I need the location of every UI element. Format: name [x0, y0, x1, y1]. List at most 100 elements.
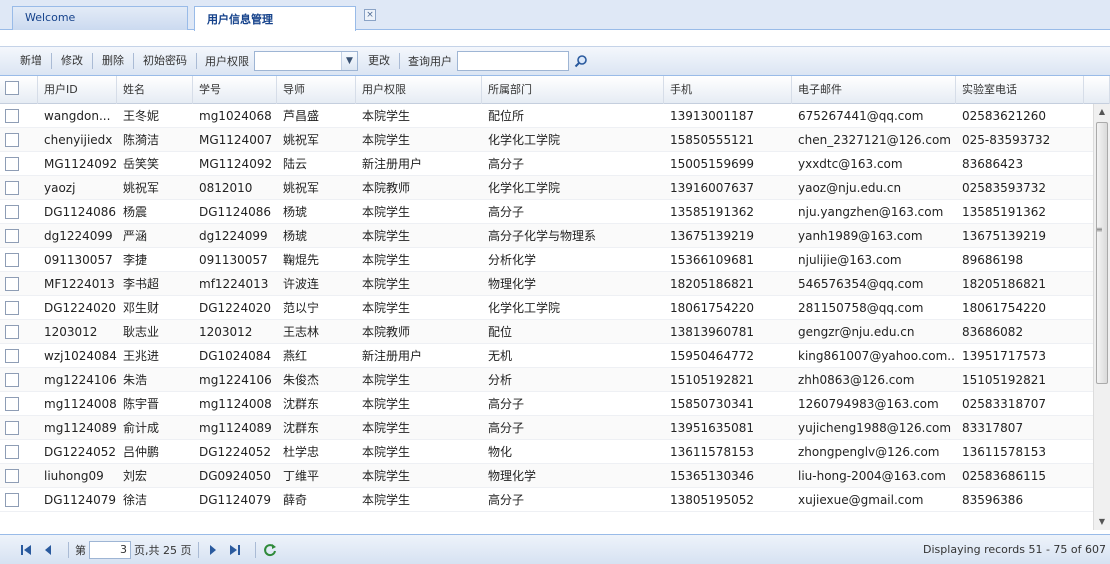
row-select-cell — [0, 464, 38, 488]
table-row[interactable]: MF1224013 李书超 mf1224013 许波连 本院学生 物理化学 18205186… — [0, 272, 1110, 296]
column-header-department[interactable]: 所属部门 — [482, 76, 664, 104]
toolbar-separator — [399, 53, 400, 69]
cell-user-id: dg1224099 — [44, 229, 113, 243]
cell-name: 王兆进 — [123, 349, 160, 363]
table-row[interactable]: mg1124089 俞计成 mg1124089 沈群东 本院学生 高分子 139516350… — [0, 416, 1110, 440]
cell-permission: 本院学生 — [362, 301, 411, 315]
cell-permission: 本院学生 — [362, 397, 411, 411]
last-page-icon[interactable] — [227, 542, 243, 558]
add-button[interactable]: 新增 — [14, 51, 48, 71]
cell-email: 546576354@qq.com — [798, 277, 924, 291]
tab-welcome[interactable]: Welcome — [12, 6, 188, 30]
cell-permission: 本院教师 — [362, 181, 411, 195]
cell-permission: 新注册用户 — [362, 349, 423, 363]
cell-mobile: 15366109681 — [670, 253, 754, 267]
row-checkbox[interactable] — [5, 133, 19, 147]
row-checkbox[interactable] — [5, 373, 19, 387]
table-row[interactable]: DG1224020 邓生财 DG1224020 范以宁 本院学生 化学化工学院 180617… — [0, 296, 1110, 320]
row-select-cell — [0, 440, 38, 464]
query-user-input[interactable] — [457, 51, 569, 71]
cell-supervisor: 朱俊杰 — [283, 373, 320, 387]
table-row[interactable]: DG1124079 徐洁 DG1124079 薛奇 本院学生 高分子 13805195052… — [0, 488, 1110, 512]
cell-mobile: 13951635081 — [670, 421, 754, 435]
cell-email: zhh0863@126.com — [798, 373, 915, 387]
column-header-name[interactable]: 姓名 — [117, 76, 193, 104]
page-number-input[interactable]: 3 — [89, 540, 131, 559]
row-checkbox[interactable] — [5, 469, 19, 483]
select-all-checkbox[interactable] — [5, 81, 19, 95]
user-permission-select[interactable]: ▼ — [254, 51, 358, 71]
column-header-student-id[interactable]: 学号 — [193, 76, 277, 104]
init-password-button[interactable]: 初始密码 — [137, 51, 193, 71]
scroll-thumb[interactable] — [1096, 122, 1108, 384]
row-checkbox[interactable] — [5, 301, 19, 315]
close-icon[interactable]: × — [364, 9, 376, 21]
table-row[interactable]: MG1124092 岳笑笑 MG1124092 陆云 新注册用户 高分子 150051596… — [0, 152, 1110, 176]
cell-email: yujicheng1988@126.com — [798, 421, 952, 435]
cell-lab-phone: 13585191362 — [962, 205, 1046, 219]
prev-page-icon[interactable] — [40, 542, 56, 558]
cell-supervisor: 沈群东 — [283, 421, 320, 435]
page-count-text: 页,共 25 页 — [134, 543, 192, 557]
table-row[interactable]: DG1224052 吕仲鹏 DG1224052 杜学忠 本院学生 物化 1361157815… — [0, 440, 1110, 464]
row-checkbox[interactable] — [5, 349, 19, 363]
toolbar-separator — [133, 53, 134, 69]
row-checkbox[interactable] — [5, 493, 19, 507]
cell-department: 无机 — [488, 349, 513, 363]
cell-email: yaoz@nju.edu.cn — [798, 181, 902, 195]
refresh-icon[interactable] — [262, 542, 278, 558]
row-checkbox[interactable] — [5, 421, 19, 435]
table-row[interactable]: dg1224099 严涵 dg1224099 杨琥 本院学生 高分子化学与物理系 13675… — [0, 224, 1110, 248]
cell-user-id: DG1124079 — [44, 493, 116, 507]
row-checkbox[interactable] — [5, 229, 19, 243]
table-row[interactable]: wzj1024084 王兆进 DG1024084 燕红 新注册用户 无机 159504647… — [0, 344, 1110, 368]
table-row[interactable]: mg1224106 朱浩 mg1224106 朱俊杰 本院学生 分析 15105192821… — [0, 368, 1110, 392]
cell-department: 化学化工学院 — [488, 181, 561, 195]
column-header-email[interactable]: 电子邮件 — [792, 76, 956, 104]
edit-button[interactable]: 修改 — [55, 51, 89, 71]
column-header-permission[interactable]: 用户权限 — [356, 76, 482, 104]
paging-toolbar: 第 3 页,共 25 页 Displaying records 51 - 75 … — [0, 535, 1110, 564]
table-row[interactable]: liuhong09 刘宏 DG0924050 丁维平 本院学生 物理化学 153651303… — [0, 464, 1110, 488]
vertical-scrollbar[interactable]: ▲ ≡ ▼ — [1093, 104, 1110, 530]
tab-user-info-management[interactable]: 用户信息管理 — [194, 6, 356, 31]
row-checkbox[interactable] — [5, 397, 19, 411]
column-header-spacer — [1084, 76, 1110, 104]
table-row[interactable]: DG1124086 杨震 DG1124086 杨琥 本院学生 高分子 13585191362… — [0, 200, 1110, 224]
row-checkbox[interactable] — [5, 181, 19, 195]
chevron-down-icon[interactable]: ▼ — [341, 52, 357, 70]
next-page-icon[interactable] — [205, 542, 221, 558]
row-checkbox[interactable] — [5, 445, 19, 459]
column-header-mobile[interactable]: 手机 — [664, 76, 792, 104]
row-checkbox[interactable] — [5, 109, 19, 123]
table-row[interactable]: chenyijiedx 陈漪洁 MG1124007 姚祝军 本院学生 化学化工学院 1585… — [0, 128, 1110, 152]
scroll-up-icon[interactable]: ▲ — [1094, 104, 1110, 120]
row-checkbox[interactable] — [5, 253, 19, 267]
cell-permission: 本院学生 — [362, 421, 411, 435]
column-header-user-id[interactable]: 用户ID — [38, 76, 117, 104]
cell-student-id: DG1124086 — [199, 205, 271, 219]
cell-student-id: mf1224013 — [199, 277, 269, 291]
first-page-icon[interactable] — [18, 542, 34, 558]
table-row[interactable]: yaozj 姚祝军 0812010 姚祝军 本院教师 化学化工学院 13916007637 y… — [0, 176, 1110, 200]
table-row[interactable]: mg1124008 陈宇晋 mg1124008 沈群东 本院学生 高分子 158507303… — [0, 392, 1110, 416]
table-row[interactable]: 091130057 李捷 091130057 鞠焜先 本院学生 分析化学 153661096… — [0, 248, 1110, 272]
delete-button[interactable]: 删除 — [96, 51, 130, 71]
cell-user-id: wzj1024084 — [44, 349, 117, 363]
cell-department: 分析 — [488, 373, 513, 387]
pager-separator — [197, 541, 199, 558]
cell-supervisor: 范以宁 — [283, 301, 320, 315]
scroll-down-icon[interactable]: ▼ — [1094, 514, 1110, 530]
row-checkbox[interactable] — [5, 325, 19, 339]
column-header-lab-phone[interactable]: 实验室电话 — [956, 76, 1084, 104]
row-checkbox[interactable] — [5, 157, 19, 171]
row-checkbox[interactable] — [5, 205, 19, 219]
table-row[interactable]: wangdon... 王冬妮 mg1024068 芦昌盛 本院学生 配位所 13913001… — [0, 104, 1110, 128]
table-row[interactable]: 1203012 耿志业 1203012 王志林 本院教师 配位 13813960781 gen… — [0, 320, 1110, 344]
cell-email: gengzr@nju.edu.cn — [798, 325, 915, 339]
row-checkbox[interactable] — [5, 277, 19, 291]
column-header-supervisor[interactable]: 导师 — [277, 76, 356, 104]
search-icon[interactable] — [571, 51, 591, 71]
cell-user-id: mg1224106 — [44, 373, 117, 387]
change-button[interactable]: 更改 — [362, 51, 396, 71]
